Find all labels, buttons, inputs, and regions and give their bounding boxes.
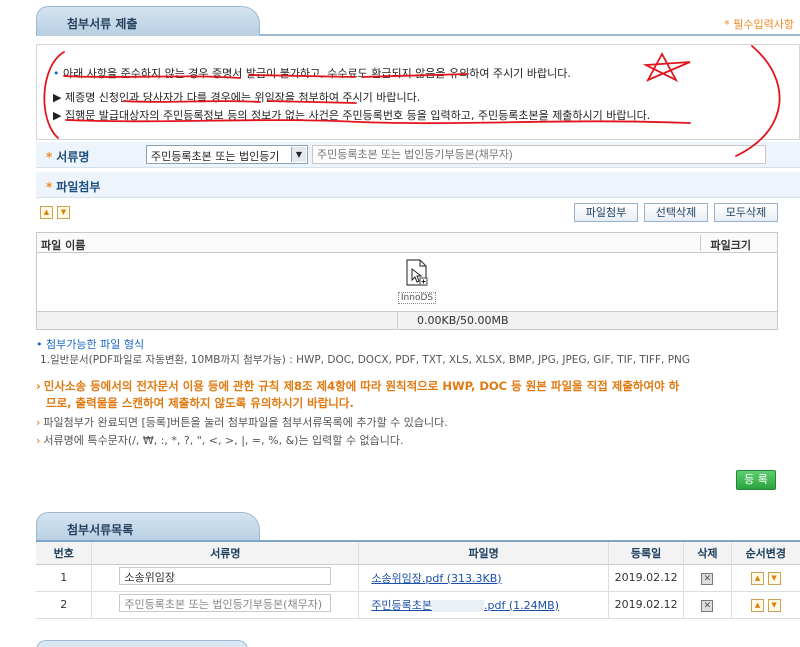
section-tab: 첨부서류 제출 xyxy=(36,6,260,36)
guide-register: › 파일첨부가 완료되면 [등록]버튼을 눌러 첨부파일을 첨부서류목록에 추가할… xyxy=(36,416,448,429)
formats-title: • 첨부가능한 파일 형식 xyxy=(36,338,145,351)
file-size-footer: 0.00KB/50.00MB xyxy=(37,311,777,330)
notice-line-1: • 아래 사항을 준수하지 않는 경우 증명서 발급이 불가하고, 수수료도 환… xyxy=(53,67,571,80)
col-order: 순서변경 xyxy=(730,540,800,565)
chevron-down-icon: ▼ xyxy=(291,147,306,162)
attached-docs-table: 번호 서류명 파일명 등록일 삭제 순서변경 1 소송위임장 소송위임장.pdf… xyxy=(36,540,800,619)
delete-selected-button[interactable]: 선택삭제 xyxy=(644,203,708,222)
file-list-box[interactable]: 파일 이름 파일크기 InnoDS 0.00KB/50.00MB xyxy=(36,232,778,330)
attach-label: * 파일첨부 xyxy=(46,180,101,194)
list-section-header: 첨부서류목록 xyxy=(0,512,800,542)
col-doc: 서류명 xyxy=(91,540,359,565)
move-up-icon[interactable]: ▲ xyxy=(40,206,53,219)
table-row: 1 소송위임장 소송위임장.pdf (313.3KB) 2019.02.12 ✕… xyxy=(36,564,800,592)
delete-icon[interactable]: ✕ xyxy=(701,572,714,585)
doc-name-input[interactable] xyxy=(312,145,766,164)
file-list-header: 파일 이름 파일크기 xyxy=(37,233,777,253)
section-title: 첨부서류 제출 xyxy=(67,17,138,31)
row-no: 1 xyxy=(36,564,92,592)
doc-name-field[interactable]: 주민등록초본 또는 법인등기부등본(채무자) xyxy=(119,594,332,612)
doc-name-label: * 서류명 xyxy=(46,150,90,164)
col-divider xyxy=(700,235,701,251)
table-header-row: 번호 서류명 파일명 등록일 삭제 순서변경 xyxy=(36,540,800,565)
attach-row: * 파일첨부 xyxy=(36,172,800,198)
section-header: 첨부서류 제출 * 필수입력사항 xyxy=(0,6,800,36)
table-row: 2 주민등록초본 또는 법인등기부등본(채무자) 주민등록초본 .pdf (1.2… xyxy=(36,591,800,619)
formats-detail: 1.일반문서(PDF파일로 자동변환, 10MB까지 첨부가능) : HWP, … xyxy=(40,354,691,366)
move-down-icon[interactable]: ▼ xyxy=(767,599,781,612)
document-icon xyxy=(406,259,428,286)
col-delete: 삭제 xyxy=(683,540,732,565)
file-link[interactable]: 소송위임장.pdf (313.3KB) xyxy=(371,572,501,585)
row-date: 2019.02.12 xyxy=(607,591,684,619)
register-button[interactable]: 등 록 xyxy=(736,470,776,490)
col-file: 파일명 xyxy=(358,540,609,565)
drop-label: InnoDS xyxy=(397,292,437,304)
list-section-title: 첨부서류목록 xyxy=(67,523,134,537)
required-note: * 필수입력사항 xyxy=(724,18,794,31)
guide-warning-cont: 므로, 출력물을 스캔하여 제출하지 않도록 유의하시기 바랍니다. xyxy=(46,396,354,410)
doc-name-field[interactable]: 소송위임장 xyxy=(119,567,332,585)
guide-warning: › 민사소송 등에서의 전자문서 이용 등에 관한 규칙 제8조 제4항에 따라 … xyxy=(36,379,680,393)
move-up-icon[interactable]: ▲ xyxy=(751,572,765,585)
move-down-icon[interactable]: ▼ xyxy=(57,206,70,219)
delete-icon[interactable]: ✕ xyxy=(701,599,714,612)
doc-name-row: * 서류명 주민등록초본 또는 법인등기 ▼ xyxy=(36,142,800,168)
notice-box: • 아래 사항을 준수하지 않는 경우 증명서 발급이 불가하고, 수수료도 환… xyxy=(36,44,800,140)
col-no: 번호 xyxy=(36,540,92,565)
move-up-icon[interactable]: ▲ xyxy=(751,599,765,612)
next-section-tab xyxy=(36,640,248,647)
list-section-tab: 첨부서류목록 xyxy=(36,512,260,542)
col-file-size: 파일크기 xyxy=(710,239,751,252)
delete-all-button[interactable]: 모두삭제 xyxy=(714,203,778,222)
file-link[interactable]: 주민등록초본 .pdf (1.24MB) xyxy=(371,599,559,612)
notice-line-3: ▶ 집행문 발급대상자의 주민등록정보 등의 정보가 없는 사건은 주민등록번호… xyxy=(53,109,651,122)
attach-file-button[interactable]: 파일첨부 xyxy=(574,203,638,222)
col-date: 등록일 xyxy=(607,540,684,565)
drop-zone[interactable]: InnoDS xyxy=(397,259,437,305)
col-file-name: 파일 이름 xyxy=(41,239,86,252)
row-no: 2 xyxy=(36,591,92,619)
row-date: 2019.02.12 xyxy=(607,564,684,592)
move-down-icon[interactable]: ▼ xyxy=(767,572,781,585)
guide-special-chars: › 서류명에 특수문자(/, ₩, :, *, ?, ", <, >, |, =,… xyxy=(36,434,404,447)
doc-type-select[interactable]: 주민등록초본 또는 법인등기 ▼ xyxy=(146,145,308,164)
redaction-mask xyxy=(432,599,485,612)
size-status: 0.00KB/50.00MB xyxy=(417,314,509,327)
notice-line-2: ▶ 제증명 신청인과 당사자가 다를 경우에는 위임장을 첨부하여 주시기 바랍… xyxy=(53,91,421,104)
